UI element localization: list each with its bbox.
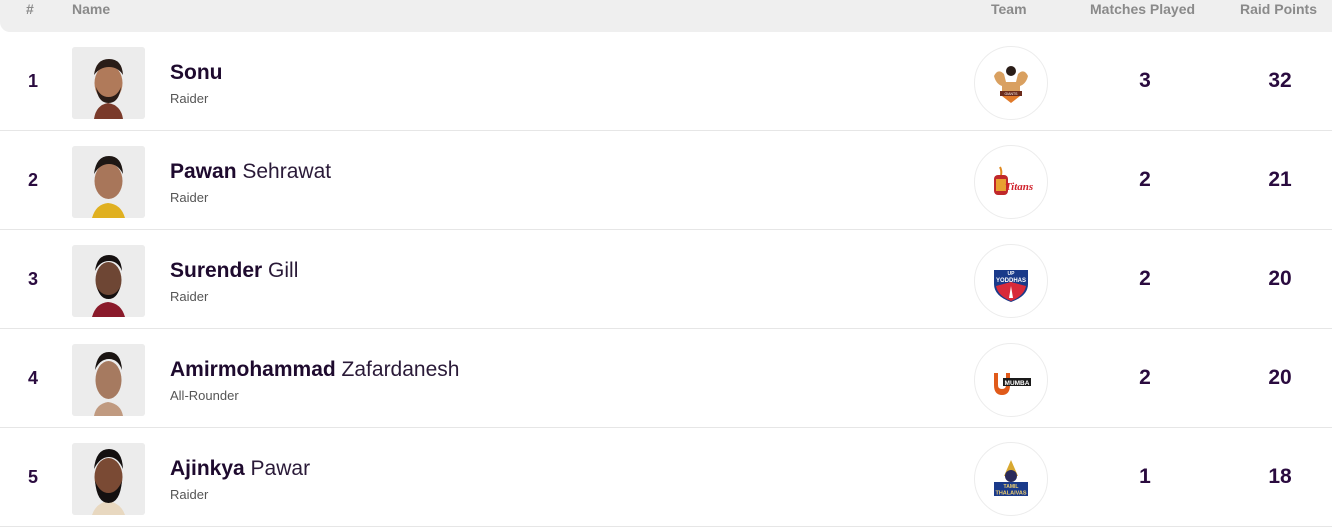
matches-played: 3 xyxy=(1139,69,1151,92)
header-matches-played[interactable]: Matches Played xyxy=(1090,0,1195,18)
player-role: Raider xyxy=(170,91,209,106)
player-first-name: Ajinkya xyxy=(170,457,245,480)
player-avatar[interactable] xyxy=(72,47,145,119)
player-photo-icon xyxy=(72,146,145,218)
rank: 1 xyxy=(27,70,38,91)
raid-points: 20 xyxy=(1268,366,1292,389)
raid-points: 18 xyxy=(1268,465,1292,488)
player-photo-icon xyxy=(72,245,145,317)
raid-points: 32 xyxy=(1268,69,1292,92)
gujarat-giants-logo-icon: GIANTS xyxy=(994,66,1028,103)
svg-text:GIANTS: GIANTS xyxy=(1004,92,1018,96)
player-first-name: Amirmohammad xyxy=(170,358,336,381)
player-role: Raider xyxy=(170,289,209,304)
team-badge[interactable]: TAMIL THALAIVAS xyxy=(974,442,1048,516)
player-first-name: Sonu xyxy=(170,61,223,84)
table-row[interactable]: 4 Amirmohammad Zafardanesh All-Rounder M… xyxy=(0,329,1332,428)
table-row[interactable]: 5 Ajinkya Pawar Raider TAMIL THALAIVAS 1… xyxy=(0,428,1332,527)
player-last-name: Pawar xyxy=(250,457,311,480)
svg-text:THALAIVAS: THALAIVAS xyxy=(995,491,1026,497)
player-name[interactable]: Pawan Sehrawat xyxy=(170,160,331,184)
player-avatar[interactable] xyxy=(72,344,145,416)
svg-text:TAMIL: TAMIL xyxy=(1004,484,1019,490)
team-badge[interactable]: MUMBA xyxy=(974,343,1048,417)
matches-played: 2 xyxy=(1139,267,1151,290)
rank: 5 xyxy=(27,466,38,487)
table-row[interactable]: 1 Sonu Raider GIANTS 3 32 xyxy=(0,32,1332,131)
player-name[interactable]: Ajinkya Pawar xyxy=(170,457,310,481)
player-role: Raider xyxy=(170,190,209,205)
player-avatar[interactable] xyxy=(72,245,145,317)
player-name[interactable]: Sonu xyxy=(170,61,223,85)
player-photo-icon xyxy=(72,344,145,416)
player-avatar[interactable] xyxy=(72,443,145,515)
table-row[interactable]: 3 Surender Gill Raider UP YODDHAS 2 20 xyxy=(0,230,1332,329)
raid-points: 20 xyxy=(1268,267,1292,290)
team-badge[interactable]: GIANTS xyxy=(974,46,1048,120)
player-first-name: Surender xyxy=(170,259,263,282)
player-avatar[interactable] xyxy=(72,146,145,218)
rank: 4 xyxy=(27,367,38,388)
tamil-thalaivas-logo-icon: TAMIL THALAIVAS xyxy=(994,460,1028,497)
player-photo-icon xyxy=(72,47,145,119)
header-name[interactable]: Name xyxy=(72,0,110,18)
header-rank[interactable]: # xyxy=(26,0,34,18)
svg-text:YODDHAS: YODDHAS xyxy=(996,278,1026,284)
player-name[interactable]: Surender Gill xyxy=(170,259,298,283)
player-role: All-Rounder xyxy=(170,388,239,403)
u-mumba-logo-icon: MUMBA xyxy=(994,373,1031,395)
matches-played: 1 xyxy=(1139,465,1151,488)
header-team[interactable]: Team xyxy=(991,0,1027,18)
player-photo-icon xyxy=(72,443,145,515)
matches-played: 2 xyxy=(1139,168,1151,191)
player-name[interactable]: Amirmohammad Zafardanesh xyxy=(170,358,459,382)
svg-text:MUMBA: MUMBA xyxy=(1005,380,1030,387)
player-first-name: Pawan xyxy=(170,160,237,183)
team-badge[interactable]: UP YODDHAS xyxy=(974,244,1048,318)
team-badge[interactable]: Titans xyxy=(974,145,1048,219)
player-last-name: Gill xyxy=(268,259,299,282)
svg-text:Titans: Titans xyxy=(1005,181,1033,193)
player-last-name: Zafardanesh xyxy=(341,358,460,381)
matches-played: 2 xyxy=(1139,366,1151,389)
up-yoddhas-logo-icon: UP YODDHAS xyxy=(994,270,1028,302)
rank: 3 xyxy=(27,268,38,289)
leaderboard-table: # Name Team Matches Played Raid Points 1… xyxy=(0,0,1332,527)
player-role: Raider xyxy=(170,487,209,502)
svg-text:UP: UP xyxy=(1008,271,1016,277)
header-raid-points[interactable]: Raid Points xyxy=(1240,0,1317,18)
player-last-name: Sehrawat xyxy=(242,160,332,183)
rank: 2 xyxy=(27,169,38,190)
table-header: # Name Team Matches Played Raid Points xyxy=(0,0,1332,32)
raid-points: 21 xyxy=(1268,168,1292,191)
table-row[interactable]: 2 Pawan Sehrawat Raider Titans 2 21 xyxy=(0,131,1332,230)
telugu-titans-logo-icon: Titans xyxy=(994,166,1033,195)
